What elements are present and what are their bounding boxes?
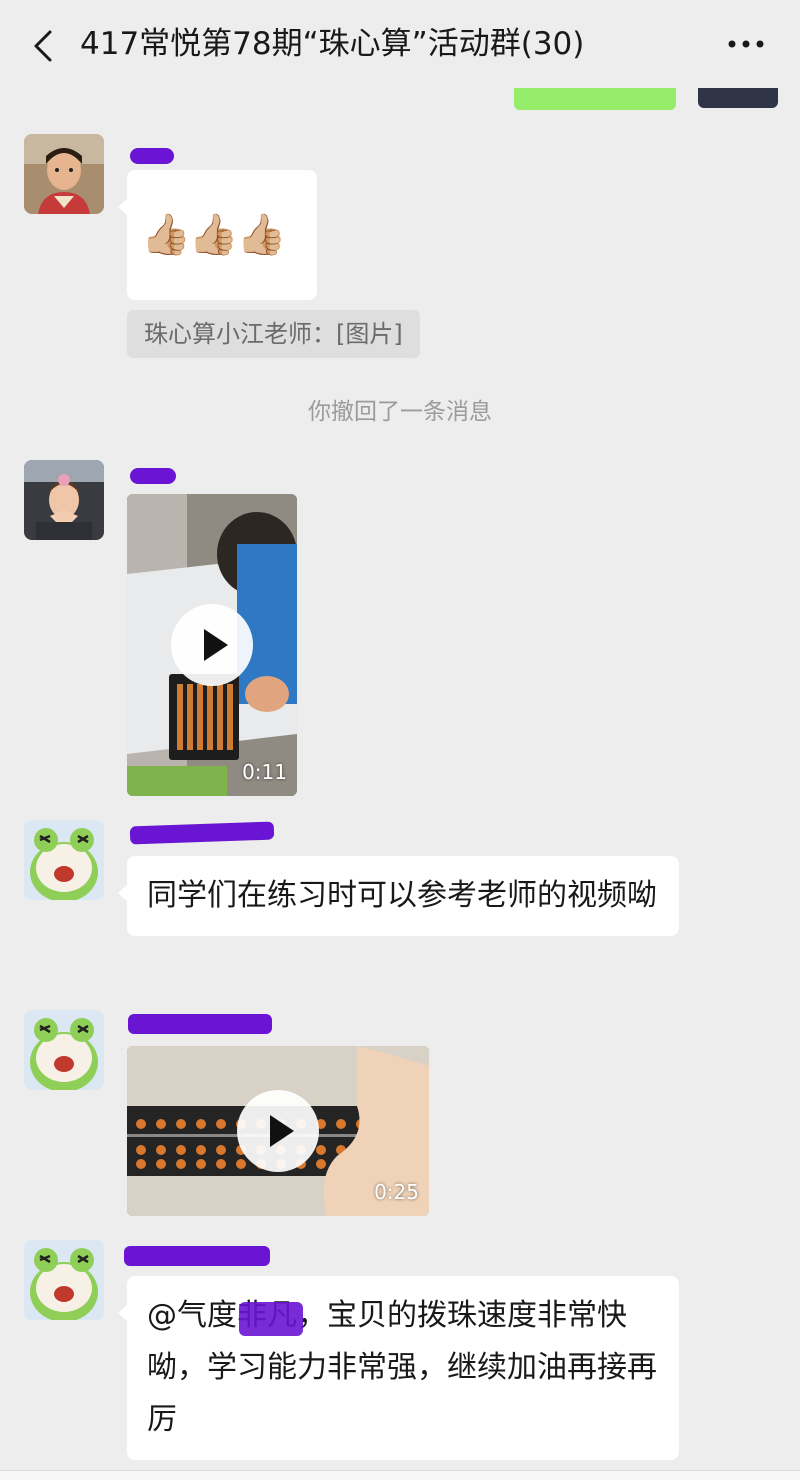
mention-redaction [239,1302,303,1336]
my-avatar[interactable] [698,88,778,108]
play-icon[interactable] [237,1090,319,1172]
thumbs-up-emoji: 👍🏼👍🏼👍🏼 [141,212,286,258]
avatar[interactable] [24,134,104,214]
child-photo-avatar [24,134,104,214]
video-duration: 0:11 [242,760,287,784]
chevron-left-icon[interactable] [26,26,66,66]
video-message[interactable]: 0:11 [127,494,297,796]
avatar[interactable] [24,820,104,900]
frog-cartoon-avatar [24,1010,104,1090]
sender-name-redacted [128,1014,272,1034]
quoted-reply[interactable]: 珠心算小江老师：[图片] [127,310,420,358]
avatar[interactable] [24,460,104,540]
sender-name-redacted [130,148,174,164]
video-duration: 0:25 [374,1180,419,1204]
girl-photo-avatar [24,460,104,540]
message-bubble[interactable]: @气度非凡，宝贝的拨珠速度非常快呦，学习能力非常强，继续加油再接再厉 [118,1276,679,1460]
sender-name-redacted [129,821,275,845]
sender-name-redacted [130,468,176,484]
chat-header: 417常悦第78期“珠心算”活动群(30) [0,0,800,90]
frog-cartoon-avatar [24,1240,104,1320]
input-bar-edge [0,1470,800,1480]
sent-message-bubble[interactable] [514,88,676,110]
message-text: 同学们在练习时可以参考老师的视频呦 [147,878,657,913]
more-dots-icon[interactable] [722,24,770,64]
play-icon[interactable] [171,604,253,686]
recall-notice: 你撤回了一条消息 [308,399,492,425]
frog-cartoon-avatar [24,820,104,900]
avatar[interactable] [24,1010,104,1090]
sender-name-redacted [124,1246,270,1266]
message-bubble[interactable]: 👍🏼👍🏼👍🏼 [118,170,317,300]
chat-title: 417常悦第78期“珠心算”活动群(30) [80,26,585,62]
message-bubble[interactable]: 同学们在练习时可以参考老师的视频呦 [118,856,679,936]
message-text: @气度非凡，宝贝的拨珠速度非常快呦，学习能力非常强，继续加油再接再厉 [147,1298,657,1437]
video-message[interactable]: 0:25 [127,1046,429,1216]
avatar[interactable] [24,1240,104,1320]
